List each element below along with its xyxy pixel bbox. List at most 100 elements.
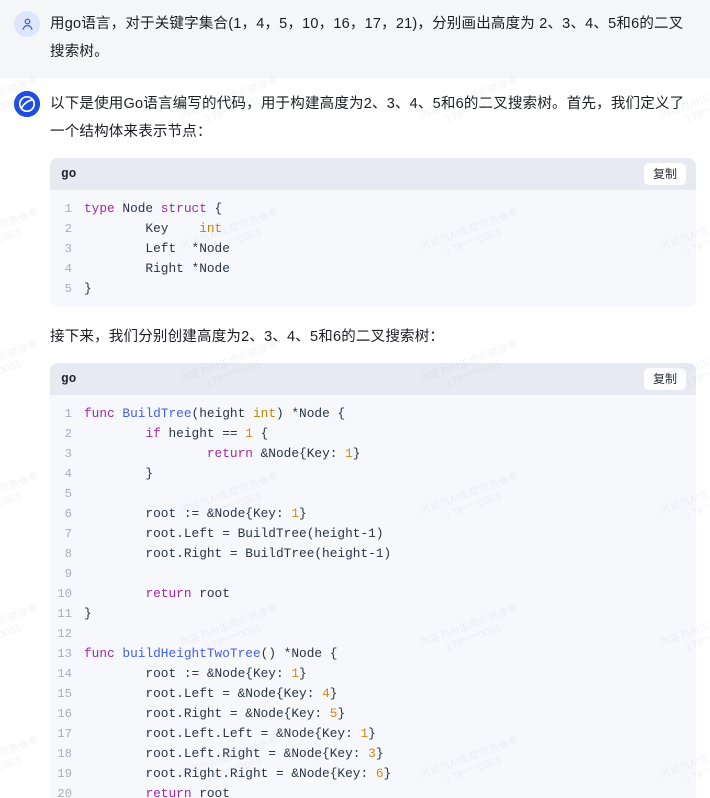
- code-line: 15 root.Left = &Node{Key: 4}: [50, 684, 696, 704]
- code-block-1: go 复制 1 type Node struct {2 Key int 3 Left…: [50, 158, 696, 307]
- code-token: () *Node {: [260, 646, 338, 661]
- code-line-number: 16: [57, 707, 72, 721]
- code-line: 13 func buildHeightTwoTree() *Node {: [50, 644, 696, 664]
- code-token: return: [206, 446, 253, 461]
- code-token: BuildTree: [237, 526, 307, 541]
- code-line-number: 14: [57, 667, 72, 681]
- code-line-content: [84, 624, 696, 644]
- code-line-content: Left *Node: [84, 239, 696, 259]
- code-token: type: [84, 201, 115, 216]
- code-line-number: 6: [64, 507, 72, 521]
- code-token: }: [383, 766, 392, 781]
- code-line-number: 18: [57, 747, 72, 761]
- code-line: 19 root.Right.Right = &Node{Key: 6}: [50, 764, 696, 784]
- code-token: }: [375, 746, 384, 761]
- code-line-content: }: [84, 464, 696, 484]
- code-line-number: 17: [57, 727, 72, 741]
- code-token: 1: [368, 526, 376, 541]
- code-token: root := &Node{Key:: [84, 506, 292, 521]
- code-token: }: [337, 706, 346, 721]
- code-line-number: 13: [57, 647, 72, 661]
- code-line: 5}: [50, 279, 696, 299]
- code-token: func: [84, 646, 123, 661]
- code-line: 2 if height == 1 {: [50, 424, 696, 444]
- assistant-message-row: 以下是使用Go语言编写的代码，用于构建高度为2、3、4、5和6的二叉搜索树。首先…: [0, 78, 710, 798]
- code-line: 12: [50, 624, 696, 644]
- code-line-content: root.Left = &Node{Key: 4}: [84, 684, 696, 704]
- code-token: {: [206, 201, 223, 216]
- code-line-number: 3: [64, 447, 72, 461]
- code-line-number: 19: [57, 767, 72, 781]
- code-token: }: [352, 446, 361, 461]
- code-block-1-header: go 复制: [50, 158, 696, 190]
- code-line-number: 5: [64, 282, 72, 296]
- code-line-content: Key int: [84, 219, 696, 239]
- code-token: root: [191, 786, 230, 798]
- code-token: int: [252, 406, 277, 421]
- code-line: 4 }: [50, 464, 696, 484]
- code-token: 6: [375, 766, 384, 781]
- code-line-content: return root: [84, 784, 696, 798]
- code-line-number: 15: [57, 687, 72, 701]
- assistant-message-body: 以下是使用Go语言编写的代码，用于构建高度为2、3、4、5和6的二叉搜索树。首先…: [50, 90, 696, 798]
- code-token: 3: [368, 746, 376, 761]
- code-token: 4: [322, 686, 330, 701]
- code-token: height ==: [160, 426, 246, 441]
- code-line-content: }: [84, 604, 696, 624]
- code-token: Left *Node: [84, 241, 230, 256]
- code-line: 10 return root: [50, 584, 696, 604]
- code-token: buildHeightTwoTree: [122, 646, 261, 661]
- code-line-number: 12: [57, 627, 72, 641]
- code-line-content: return &Node{Key: 1}: [84, 444, 696, 464]
- code-line-content: func buildHeightTwoTree() *Node {: [84, 644, 696, 664]
- code-token: 1: [360, 726, 369, 741]
- code-token: Right *Node: [84, 261, 230, 276]
- code-line: 18 root.Left.Right = &Node{Key: 3}: [50, 744, 696, 764]
- code-token: if: [145, 426, 161, 441]
- code-line-content: root.Left = BuildTree(height-1): [84, 524, 696, 544]
- assistant-intro-text: 以下是使用Go语言编写的代码，用于构建高度为2、3、4、5和6的二叉搜索树。首先…: [50, 96, 685, 140]
- code-token: 1: [291, 506, 300, 521]
- code-token: root.Left.Left = &Node{Key:: [84, 726, 361, 741]
- code-line-number: 10: [57, 587, 72, 601]
- code-token: root.Right = BuildTree(height-1): [84, 546, 392, 561]
- code-line-number: 7: [64, 527, 72, 541]
- code-line: 4 Right *Node: [50, 259, 696, 279]
- code-line: 3 return &Node{Key: 1}: [50, 444, 696, 464]
- code-token: {: [252, 426, 269, 441]
- code-token: }: [84, 466, 154, 481]
- assistant-middle-text: 接下来，我们分别创建高度为2、3、4、5和6的二叉搜索树：: [50, 329, 445, 345]
- code-token: root.Right.Right = &Node{Key:: [84, 766, 376, 781]
- code-line-content: root := &Node{Key: 1}: [84, 504, 696, 524]
- code-token: root := &Node{Key:: [84, 666, 292, 681]
- code-line: 3 Left *Node: [50, 239, 696, 259]
- code-token: int: [199, 221, 223, 236]
- code-token: &Node{Key:: [252, 446, 346, 461]
- code-block-2-copy-button[interactable]: 复制: [643, 368, 686, 390]
- code-token: return: [145, 786, 192, 798]
- code-line-content: Right *Node: [84, 259, 696, 279]
- code-line-number: 8: [64, 547, 72, 561]
- code-line-number: 1: [64, 202, 72, 216]
- code-block-2: go 复制 1 func BuildTree(height int) *Node …: [50, 363, 696, 798]
- code-line-content: return root: [84, 584, 696, 604]
- code-token: (height: [191, 406, 253, 421]
- code-line: 1 func BuildTree(height int) *Node {: [50, 404, 696, 424]
- code-token: }: [329, 686, 338, 701]
- code-token: root.Left =: [84, 526, 238, 541]
- code-line: 17 root.Left.Left = &Node{Key: 1}: [50, 724, 696, 744]
- code-line-content: [84, 484, 696, 504]
- code-block-1-copy-button[interactable]: 复制: [643, 163, 686, 185]
- code-line-content: root.Right = BuildTree(height-1): [84, 544, 696, 564]
- code-line-number: 4: [64, 262, 72, 276]
- code-token: }: [84, 281, 92, 296]
- code-line-content: root.Right.Right = &Node{Key: 6}: [84, 764, 696, 784]
- code-line-number: 2: [64, 427, 72, 441]
- code-token: return: [145, 586, 192, 601]
- code-block-1-body: 1 type Node struct {2 Key int 3 Left *Node…: [50, 190, 696, 307]
- code-line-content: type Node struct {: [84, 199, 696, 219]
- assistant-avatar: [14, 91, 40, 117]
